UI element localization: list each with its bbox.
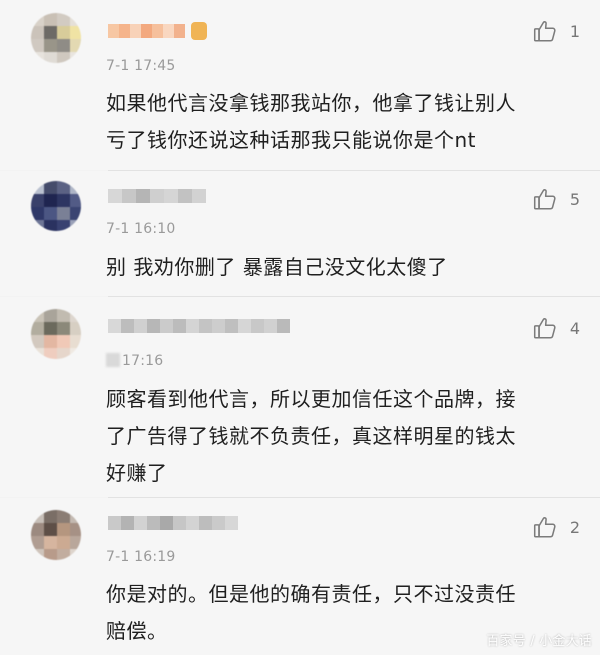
comment-time: 7-1 16:19 [106,549,176,565]
username-redacted[interactable] [108,512,238,534]
username-redacted[interactable] [108,20,207,42]
comment-text: 顾客看到他代言，所以更加信任这个品牌，接 了广告得了钱就不负责任，真这样明星的钱… [106,387,516,485]
redacted-date [106,353,120,367]
comment-time: 7-1 16:10 [106,221,176,237]
like-button[interactable]: 2 [532,512,580,542]
like-count: 4 [569,318,580,338]
avatar[interactable] [31,181,81,231]
like-count: 2 [569,517,580,537]
comment-text: 如果他代言没拿钱那我站你，他拿了钱让别人 亏了钱你还说这种话那我只能说你是个nt [106,91,516,152]
like-button[interactable]: 5 [532,184,580,214]
thumbs-up-icon [533,189,556,210]
comment-text: 别 我劝你删了 暴露自己没文化太傻了 [106,255,448,279]
thumbs-up-icon [533,318,556,339]
avatar[interactable] [31,309,81,359]
username-redacted[interactable] [108,185,206,207]
like-count: 1 [569,21,580,41]
avatar[interactable] [31,13,81,63]
avatar[interactable] [31,510,81,560]
comment-list: 7-1 17:45 如果他代言没拿钱那我站你，他拿了钱让别人 亏了钱你还说这种话… [0,0,600,655]
like-count: 5 [569,189,580,209]
thumbs-up-icon [533,21,556,42]
comment-item: 7-1 17:45 如果他代言没拿钱那我站你，他拿了钱让别人 亏了钱你还说这种话… [0,0,600,170]
like-button[interactable]: 1 [532,16,580,46]
comment-time: 17:16 [106,353,163,369]
comment-time: 7-1 17:45 [106,58,176,74]
username-redacted[interactable] [108,315,290,337]
thumbs-up-icon [533,517,556,538]
comment-item: 7-1 16:10 别 我劝你删了 暴露自己没文化太傻了 5 [0,171,600,296]
watermark: 百家号 / 小金大话 [486,634,592,649]
like-button[interactable]: 4 [532,313,580,343]
comment-item: 17:16 顾客看到他代言，所以更加信任这个品牌，接 了广告得了钱就不负责任，真… [0,297,600,497]
